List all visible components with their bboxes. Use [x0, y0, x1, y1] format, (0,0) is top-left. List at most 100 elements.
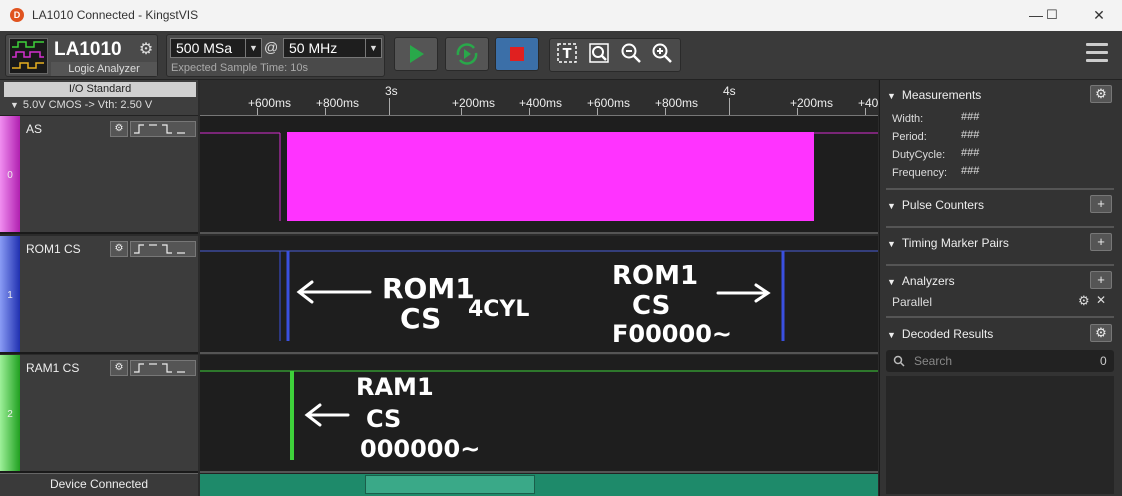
zoom-controls: T [549, 38, 681, 72]
logic-waveform-icon[interactable] [9, 38, 48, 74]
device-settings-gear-icon[interactable]: ⚙ [136, 40, 156, 60]
annotation-text: CS [400, 302, 441, 335]
channel-name[interactable]: ROM1 CS [26, 242, 81, 256]
timing-marker-pairs-header[interactable]: ▼ Timing Marker Pairs [887, 236, 1009, 250]
sampling-group: 500 MSa ▼ @ 50 MHz ▼ Expected Sample Tim… [166, 34, 385, 77]
waveform-channel-1[interactable]: ROM1 CS 4CYL ROM1 CS F00000~ [200, 236, 878, 354]
svg-text:T: T [563, 47, 572, 62]
chevron-down-icon: ▼ [365, 39, 381, 57]
add-pulse-counter-plus-icon[interactable]: + [1090, 195, 1112, 213]
right-panel: ▼ Measurements ⚙ Width: ### Period: ### D… [879, 80, 1122, 496]
ruler-tick-label: +800ms [655, 96, 699, 110]
annotation-text: F00000~ [612, 320, 732, 348]
measurement-value: ### [961, 165, 980, 177]
play-icon [410, 45, 424, 63]
annotation-text: RAM1 [356, 373, 434, 401]
app-logo-icon: D [10, 8, 24, 22]
zoom-in-icon[interactable] [649, 42, 675, 68]
add-timing-marker-plus-icon[interactable]: + [1090, 233, 1112, 251]
triangle-down-icon: ▼ [887, 91, 896, 101]
measurement-label: DutyCycle: [892, 149, 946, 161]
analyzers-header[interactable]: ▼ Analyzers [887, 274, 955, 288]
ruler-tick-label: +600ms [587, 96, 631, 110]
triangle-down-icon: ▼ [887, 330, 896, 340]
pulse-counters-header[interactable]: ▼ Pulse Counters [887, 198, 984, 212]
ruler-tick-label: +600ms [248, 96, 292, 110]
trigger-edge-icons[interactable] [130, 121, 196, 137]
measurements-settings-gear-icon[interactable]: ⚙ [1090, 85, 1112, 103]
annotation-text: CS [366, 405, 401, 433]
decoded-settings-gear-icon[interactable]: ⚙ [1090, 324, 1112, 342]
expected-sample-time: Expected Sample Time: 10s [171, 62, 308, 74]
trigger-edge-icons[interactable] [130, 360, 196, 376]
measurement-label: Width: [892, 113, 924, 125]
io-standard-select[interactable]: ▼ 5.0V CMOS -> Vth: 2.50 V [10, 99, 152, 111]
signal-activity-block [287, 132, 814, 221]
timeline-scrollbar[interactable] [200, 473, 878, 496]
channel-row[interactable]: 1 ROM1 CS ⚙ [0, 236, 198, 354]
time-ruler[interactable]: +600ms +800ms 3s +200ms +400ms +600ms +8… [200, 80, 878, 116]
channel-row[interactable]: 2 RAM1 CS ⚙ [0, 355, 198, 473]
decoded-results-header[interactable]: ▼ Decoded Results [887, 327, 993, 341]
search-result-count: 0 [1100, 354, 1107, 368]
measurement-value: ### [961, 129, 980, 141]
device-name: LA1010 [54, 39, 122, 60]
io-standard-value: 5.0V CMOS -> Vth: 2.50 V [22, 99, 153, 111]
analyzer-settings-gear-icon[interactable]: ⚙ [1078, 293, 1090, 309]
measurements-header[interactable]: ▼ Measurements [887, 88, 981, 102]
channel-settings-gear-icon[interactable]: ⚙ [110, 241, 128, 257]
toolbar: LA1010 ⚙ Logic Analyzer 500 MSa ▼ @ 50 M… [0, 31, 1122, 80]
text-tool-icon[interactable]: T [554, 42, 580, 68]
device-group: LA1010 ⚙ Logic Analyzer [5, 34, 158, 77]
zoom-out-icon[interactable] [618, 42, 644, 68]
annotation-text: 4CYL [468, 297, 529, 322]
device-subtitle: Logic Analyzer [51, 62, 157, 76]
analyzer-item[interactable]: Parallel [892, 295, 932, 309]
decoded-results-list[interactable] [886, 376, 1114, 494]
channel-number: 2 [7, 409, 13, 420]
menu-hamburger-icon[interactable] [1086, 43, 1108, 65]
channel-number: 0 [7, 170, 13, 181]
analyzer-remove-close-icon[interactable]: ✕ [1096, 293, 1106, 307]
channel-number: 1 [7, 290, 13, 301]
chevron-down-icon: ▼ [245, 39, 261, 57]
channel-settings-gear-icon[interactable]: ⚙ [110, 360, 128, 376]
annotation-text: ROM1 [612, 261, 698, 291]
window-title: LA1010 Connected - KingstVIS [32, 8, 199, 22]
stop-icon [510, 47, 524, 61]
scrollbar-thumb[interactable] [365, 475, 535, 494]
ruler-tick-label: 4s [723, 84, 736, 98]
divider [886, 188, 1114, 190]
stop-button[interactable] [495, 37, 539, 71]
triangle-down-icon: ▼ [887, 277, 896, 287]
ruler-tick-label: +40 [858, 96, 878, 110]
maximize-button[interactable]: ☐ [1029, 0, 1075, 31]
measurement-value: ### [961, 147, 980, 159]
channel-settings-gear-icon[interactable]: ⚙ [110, 121, 128, 137]
io-standard-panel: I/O Standard ▼ 5.0V CMOS -> Vth: 2.50 V [0, 80, 198, 116]
triangle-down-icon: ▼ [10, 100, 19, 110]
sample-depth-select[interactable]: 500 MSa ▼ [170, 38, 262, 58]
loop-run-button[interactable] [445, 37, 489, 71]
channel-name[interactable]: AS [26, 122, 42, 136]
waveform-channel-2[interactable]: RAM1 CS 000000~ [200, 355, 878, 473]
zoom-fit-icon[interactable] [586, 42, 612, 68]
channel-row[interactable]: 0 AS ⚙ [0, 116, 198, 234]
search-icon [893, 355, 905, 367]
start-button[interactable] [394, 37, 438, 71]
title-bar: D LA1010 Connected - KingstVIS — ☐ ✕ [0, 0, 1122, 31]
waveform-channel-0[interactable] [200, 116, 878, 234]
triangle-down-icon: ▼ [887, 239, 896, 249]
measurement-value: ### [961, 111, 980, 123]
device-status: Device Connected [0, 473, 198, 496]
sample-depth-value: 500 MSa [176, 40, 233, 56]
trigger-edge-icons[interactable] [130, 241, 196, 257]
channel-name[interactable]: RAM1 CS [26, 361, 79, 375]
add-analyzer-plus-icon[interactable]: + [1090, 271, 1112, 289]
channel-tools: ⚙ [110, 241, 196, 257]
close-button[interactable]: ✕ [1076, 0, 1122, 31]
sample-rate-select[interactable]: 50 MHz ▼ [283, 38, 382, 58]
decoded-search-input[interactable]: Search 0 [886, 350, 1114, 372]
ruler-tick-label: +400ms [519, 96, 563, 110]
ruler-tick-label: 3s [385, 84, 398, 98]
